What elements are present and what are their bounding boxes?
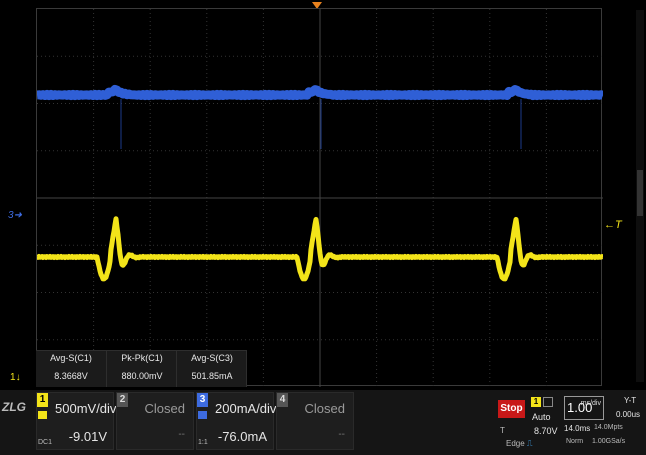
- channel-4-number: 4: [277, 393, 288, 407]
- trigger-level-marker[interactable]: ←T: [604, 219, 622, 231]
- channel-1-offset: -9.01V: [68, 429, 107, 444]
- waveform-plot[interactable]: [36, 8, 603, 387]
- trigger-mode[interactable]: Auto: [532, 412, 551, 422]
- channel-3-coupling: 1:1: [198, 439, 208, 446]
- scrollbar-thumb[interactable]: [637, 170, 643, 216]
- ch3-offset-marker[interactable]: 3➜: [8, 210, 22, 221]
- trigger-source-badge[interactable]: 1: [531, 397, 541, 407]
- timebase-unit: ms/div: [580, 400, 601, 407]
- horizontal-delay[interactable]: 14.0ms: [564, 424, 590, 433]
- trigger-source-alt-badge[interactable]: [543, 397, 553, 407]
- acquisition-panel: Stop 1 Auto T 8.70V Edge ⎍ 1.00 ms/div 1…: [498, 392, 646, 450]
- channel-1-box[interactable]: 1 500mV/div -9.01V DC1: [36, 392, 117, 450]
- trigger-level-label: T: [615, 219, 622, 231]
- channel-4-state: Closed: [304, 401, 345, 416]
- channel-3-number: 3: [197, 393, 208, 407]
- trigger-level-value[interactable]: 8.70V: [534, 426, 558, 436]
- channel-4-box[interactable]: 4 Closed --: [276, 392, 354, 450]
- channel-4-dots: --: [338, 429, 345, 440]
- measurement-value: 880.00mV: [121, 371, 163, 381]
- measurement-label: Avg-S(C1): [50, 353, 92, 363]
- horizontal-position[interactable]: 0.00us: [616, 410, 640, 419]
- rising-edge-icon: ⎍: [526, 439, 533, 448]
- measurement-avg-c3[interactable]: Avg-S(C3) 501.85mA: [176, 351, 247, 387]
- measurement-value: 501.85mA: [191, 371, 233, 381]
- side-scrollbar[interactable]: [636, 10, 644, 382]
- waveform-svg: [37, 9, 603, 387]
- channel-3-box[interactable]: 3 200mA/div -76.0mA 1:1: [196, 392, 277, 450]
- channel-1-on-icon: [38, 411, 47, 419]
- channel-2-number: 2: [117, 393, 128, 407]
- arrow-left-icon: ←: [604, 219, 615, 231]
- measurement-pkpk-c1[interactable]: Pk-Pk(C1) 880.00mV: [106, 351, 177, 387]
- channel-1-scale: 500mV/div: [55, 401, 117, 416]
- arrow-down-icon: ↓: [15, 372, 21, 383]
- status-bar: ZLG 1 500mV/div -9.01V DC1 2 Closed -- 3…: [0, 390, 646, 455]
- logo-text: ZLG: [2, 400, 26, 414]
- ch1-offset-marker[interactable]: 1↓: [10, 372, 21, 383]
- channel-3-trace: [37, 84, 603, 101]
- trigger-type[interactable]: Edge ⎍: [506, 439, 533, 449]
- measurement-panel[interactable]: Avg-S(C1) 8.3668V Pk-Pk(C1) 880.00mV Avg…: [36, 350, 247, 387]
- brand-logo: ZLG: [2, 400, 32, 444]
- channel-3-offset: -76.0mA: [217, 429, 267, 444]
- display-mode[interactable]: Y-T: [624, 396, 636, 405]
- oscilloscope-screen: 3➜ 1↓ ←T Avg-S(C1) 8.3668V Pk-Pk(C1) 880…: [0, 0, 646, 455]
- channel-3-on-icon: [198, 411, 207, 419]
- run-stop-button[interactable]: Stop: [498, 400, 525, 418]
- measurement-label: Avg-S(C3): [191, 353, 233, 363]
- channel-3-scale: 200mA/div: [215, 401, 277, 416]
- trigger-sweep-mode[interactable]: Norm: [566, 438, 583, 445]
- arrow-right-icon: ➜: [13, 210, 22, 221]
- measurement-avg-c1[interactable]: Avg-S(C1) 8.3668V: [36, 351, 106, 387]
- trigger-label: T: [500, 426, 505, 435]
- channel-1-coupling: DC1: [38, 439, 53, 446]
- channel-2-box[interactable]: 2 Closed --: [116, 392, 194, 450]
- measurement-value: 8.3668V: [54, 371, 88, 381]
- trigger-type-label: Edge: [506, 439, 525, 448]
- channel-2-state: Closed: [144, 401, 185, 416]
- channel-2-dots: --: [178, 429, 185, 440]
- sample-rate: 1.00GSa/s: [592, 438, 626, 445]
- timebase-box[interactable]: 1.00 ms/div: [564, 396, 604, 420]
- channel-1-number: 1: [37, 393, 48, 407]
- memory-depth: 14.0Mpts: [594, 424, 623, 431]
- measurement-label: Pk-Pk(C1): [121, 353, 163, 363]
